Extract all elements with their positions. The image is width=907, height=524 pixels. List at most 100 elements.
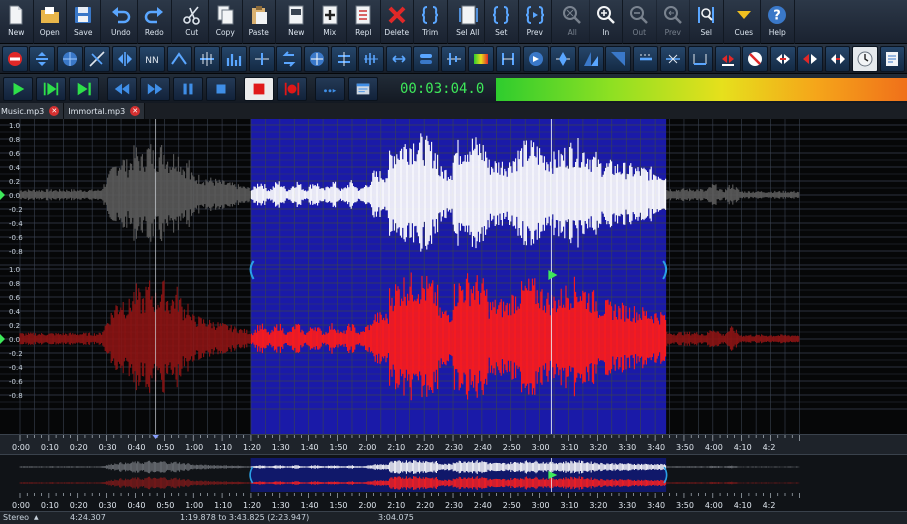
cues-button[interactable]: Cues <box>728 0 761 44</box>
effect-button-doppler[interactable] <box>687 45 714 72</box>
effect-button-dc-offset[interactable] <box>632 45 659 72</box>
play-selection-button[interactable] <box>36 76 66 101</box>
copy-button[interactable]: Copy <box>209 0 243 44</box>
stop-button[interactable] <box>206 76 236 101</box>
record-button[interactable] <box>244 76 274 101</box>
cursor-caret-icon[interactable] <box>151 434 160 439</box>
stretch-icon <box>392 54 406 63</box>
new-from-selection-button[interactable]: New <box>280 0 314 44</box>
open-button[interactable]: Open <box>34 0 67 44</box>
timeline-label: 1:10 <box>214 443 232 452</box>
waveform-view[interactable]: 1.0 0.8 0.6 0.4 0.2 0.0 -0.2 -0.4 -0.6 -0.8 1.0 0.8… <box>0 119 907 434</box>
amplitude-label: 0.0 <box>9 192 20 200</box>
zoom-out-button[interactable]: Out <box>623 0 657 44</box>
status-channels: Stereo <box>3 513 30 522</box>
effect-button-no-sound[interactable] <box>742 45 769 72</box>
timeline-label: 2:50 <box>503 443 521 452</box>
effect-button-reverse[interactable] <box>276 45 302 72</box>
amplify-icon <box>337 51 350 66</box>
save-button[interactable]: Save <box>67 0 101 44</box>
effect-button-properties[interactable] <box>879 45 906 72</box>
tab-immortal[interactable]: Immortal.mp3 ✕ <box>64 103 146 119</box>
effect-button-normalize[interactable] <box>193 45 220 72</box>
zoom-prev-button[interactable]: Prev <box>657 0 690 44</box>
floppy-icon <box>75 7 92 23</box>
zoom-in-button[interactable]: In <box>590 0 623 44</box>
cut-button[interactable]: Cut <box>176 0 209 44</box>
toolbar-button-label: Redo <box>144 28 164 37</box>
effect-button-speed[interactable] <box>303 45 330 72</box>
effect-button-stretch[interactable] <box>385 45 412 72</box>
effect-button-sample-rate[interactable] <box>769 45 796 72</box>
trim-button[interactable]: Trim <box>414 0 448 44</box>
effect-button-vocal-remove[interactable] <box>495 45 522 72</box>
effect-button-amplify[interactable] <box>331 45 357 72</box>
effect-button-marker-pair[interactable] <box>714 45 741 72</box>
delete-button[interactable]: Delete <box>381 0 414 44</box>
amplitude-label: -0.6 <box>9 378 23 386</box>
fast-forward-button[interactable] <box>140 76 170 101</box>
timeline-ruler[interactable]: 0:00 0:10 0:20 0:30 0:40 0:50 1:00 1:10 1:20 1:30… <box>0 434 907 454</box>
effect-button-fade[interactable] <box>84 45 110 72</box>
channels-dropdown-icon[interactable]: ▲ <box>34 514 39 521</box>
doppler-icon <box>693 53 707 65</box>
replace-button[interactable]: Repl <box>347 0 381 44</box>
play-to-end-button[interactable] <box>69 76 99 101</box>
effect-button-flip[interactable] <box>111 45 138 72</box>
effect-button-phaser[interactable] <box>550 45 577 72</box>
close-tab-icon[interactable]: ✕ <box>49 106 60 116</box>
effect-button-reverb[interactable] <box>413 45 440 72</box>
set-button[interactable]: Set <box>485 0 519 44</box>
record-selection-button[interactable] <box>277 76 307 101</box>
undo-button[interactable]: Undo <box>105 0 138 44</box>
play-button[interactable] <box>3 76 33 101</box>
effect-button-insert-silence[interactable] <box>660 45 686 72</box>
zoom-selection-button[interactable]: Sel <box>690 0 724 44</box>
rewind-button[interactable] <box>107 76 137 101</box>
effect-button-pitch-up[interactable] <box>166 45 193 72</box>
prev-button[interactable]: Prev <box>519 0 552 44</box>
overview-timeline-label: 3:30 <box>618 501 636 510</box>
effect-button-chorus[interactable] <box>358 45 385 72</box>
loop-button[interactable] <box>315 76 345 101</box>
paste-button[interactable]: Paste <box>243 0 276 44</box>
waveform-canvas[interactable]: 1.0 0.8 0.6 0.4 0.2 0.0 -0.2 -0.4 -0.6 -0.8 1.0 0.8… <box>0 119 907 434</box>
timeline-label: 0:10 <box>41 443 59 452</box>
toolbar-button-label: New <box>8 28 25 37</box>
effect-button-no-entry[interactable] <box>2 45 28 72</box>
folder-icon <box>40 7 59 23</box>
preview-icon <box>525 6 544 24</box>
effect-button-fade-out[interactable] <box>605 45 632 72</box>
overview-timeline-label: 1:30 <box>272 501 290 510</box>
overview-strip[interactable]: 0:00 0:10 0:20 0:30 0:40 0:50 1:00 1:10 1:20 1:30… <box>0 454 907 511</box>
zoom-all-button[interactable]: All <box>556 0 590 44</box>
effect-button-vibrato[interactable] <box>523 45 549 72</box>
mix-button[interactable]: Mix <box>314 0 347 44</box>
toolbar-button-label: Repl <box>355 28 372 37</box>
effect-button-envelope[interactable] <box>577 45 604 72</box>
effect-button-echo[interactable] <box>440 45 467 72</box>
effect-button-left-right[interactable] <box>797 45 823 72</box>
redo-button[interactable]: Redo <box>138 0 172 44</box>
new-button[interactable]: New <box>0 0 34 44</box>
effect-button-compressor[interactable] <box>248 45 275 72</box>
amplitude-label: 0.8 <box>9 280 20 288</box>
effect-button-equalizer[interactable] <box>221 45 248 72</box>
file-tabs: Music.mp3 ✕ Immortal.mp3 ✕ <box>0 103 907 119</box>
overview-timeline-label: 2:30 <box>445 501 463 510</box>
effect-button-expand-vertical[interactable] <box>29 45 56 72</box>
effect-button-globe[interactable] <box>56 45 83 72</box>
speed-icon <box>309 51 324 66</box>
effect-button-clock[interactable] <box>852 45 878 72</box>
pause-button[interactable] <box>173 76 203 101</box>
help-button[interactable]: ? Help <box>761 0 795 44</box>
close-tab-icon[interactable]: ✕ <box>130 106 141 116</box>
toolbar-button-label: Delete <box>384 28 410 37</box>
display-settings-button[interactable] <box>348 76 378 101</box>
effect-button-channels[interactable] <box>824 45 851 72</box>
effect-button-noise[interactable]: NN <box>139 45 165 72</box>
amplitude-label: -0.4 <box>9 364 23 372</box>
effect-button-spectrum[interactable] <box>468 45 494 72</box>
select-all-button[interactable]: Sel All <box>452 0 485 44</box>
tab-music[interactable]: Music.mp3 ✕ <box>0 103 65 119</box>
